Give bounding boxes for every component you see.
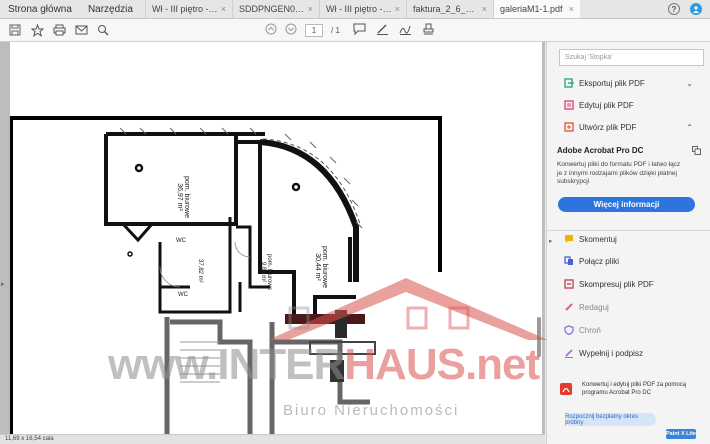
tool-redact[interactable]: Redaguj xyxy=(547,298,710,316)
acrobat-window: Strona główna Narzędzia Wł - III piętro … xyxy=(0,0,710,444)
tab-tools[interactable]: Narzędzia xyxy=(80,0,141,18)
status-bar: 11,69 x 16,54 cala xyxy=(0,434,545,444)
promo-text: Konwertuj pliki do formatu PDF i łatwo ł… xyxy=(557,161,681,185)
room-label: pom. biurowe 9,86 m² xyxy=(260,247,272,297)
document-tab-label: Wł - III piętro - st... xyxy=(151,4,218,14)
tool-label: Skompresuj plik PDF xyxy=(579,279,654,289)
toolbar: 1 / 1 xyxy=(0,19,710,42)
tab-home[interactable]: Strona główna xyxy=(0,0,80,18)
more-info-button[interactable]: Więcej informacji xyxy=(558,197,695,212)
room-label: 37,82 m² xyxy=(197,259,203,283)
document-tab[interactable]: faktura_2_6_2025...× xyxy=(405,0,493,18)
room-label: pom. biurowe 36,97 m² xyxy=(176,157,190,237)
tool-label: Chroń xyxy=(579,325,601,335)
tool-export-pdf[interactable]: Eksportuj plik PDF ⌄ xyxy=(547,74,710,92)
promo-copy-icon[interactable] xyxy=(692,146,701,157)
tools-search-input[interactable]: Szukaj 'Stopka' xyxy=(559,49,704,66)
combine-files-icon xyxy=(564,256,574,266)
mail-icon[interactable] xyxy=(74,23,88,37)
paint-x-lite-badge: Paint X Lite xyxy=(666,429,696,439)
zoom-icon[interactable] xyxy=(96,23,110,37)
comment-tool-icon xyxy=(564,234,574,244)
page-number-input[interactable]: 1 xyxy=(305,24,323,37)
close-icon[interactable]: × xyxy=(395,4,400,14)
tool-label: Eksportuj plik PDF xyxy=(579,78,645,88)
tool-compress-pdf[interactable]: Skompresuj plik PDF xyxy=(547,275,710,293)
promo-panel: Adobe Acrobat Pro DC Konwertuj pliki do … xyxy=(557,146,703,212)
tool-label: Edytuj plik PDF xyxy=(579,100,634,110)
create-pdf-icon xyxy=(564,122,574,132)
close-icon[interactable]: × xyxy=(482,4,487,14)
document-tab[interactable]: SDDPNGEN0125...× xyxy=(231,0,319,18)
page-up-icon[interactable] xyxy=(265,23,277,38)
room-name: pom. biurowe xyxy=(183,175,190,219)
page-navigation: 1 / 1 xyxy=(265,23,340,38)
room-label: WC xyxy=(176,238,186,244)
room-label: pom. biurowe 30,44 m² xyxy=(314,227,328,307)
star-icon[interactable] xyxy=(30,23,44,37)
tool-protect[interactable]: Chroń xyxy=(547,321,710,339)
close-icon[interactable]: × xyxy=(221,4,226,14)
fill-sign-icon xyxy=(564,348,574,358)
document-tab[interactable]: Wł - III piętro - st...× xyxy=(144,0,232,18)
compress-pdf-icon xyxy=(564,279,574,289)
document-tab-active[interactable]: galeriaM1-1.pdf × xyxy=(492,0,580,18)
chevron-down-icon[interactable]: ⌄ xyxy=(686,79,693,88)
free-trial-button[interactable]: Rozpocznij bezpłatny okres próbny xyxy=(565,413,656,426)
tool-label: Utwórz plik PDF xyxy=(579,122,637,132)
close-icon[interactable]: × xyxy=(569,4,574,14)
room-area: 30,44 m² xyxy=(314,253,321,281)
stamp-icon[interactable] xyxy=(422,23,435,38)
sign-icon[interactable] xyxy=(399,23,412,38)
footer-acrobat-icon xyxy=(559,382,573,398)
tool-label: Połącz pliki xyxy=(579,256,620,266)
page-size-readout: 11,69 x 16,54 cala xyxy=(5,436,54,442)
pen-icon[interactable] xyxy=(376,23,389,38)
pdf-page: pom. biurowe 36,97 m² pom. biurowe 30,44… xyxy=(9,42,542,434)
tool-label: Redaguj xyxy=(579,302,609,312)
left-pane-toggle[interactable]: ▸ xyxy=(1,280,5,288)
comment-icon[interactable] xyxy=(353,23,366,38)
floor-plan-drawing xyxy=(9,116,442,434)
tool-label: Skomentuj xyxy=(579,234,617,244)
document-tab-label: SDDPNGEN0125... xyxy=(238,4,305,14)
help-icon[interactable]: ? xyxy=(668,3,680,15)
room-label: WC xyxy=(178,292,188,298)
document-tab[interactable]: Wł - III piętro - st...× xyxy=(318,0,406,18)
footer-promo-text: Konwertuj i edytuj pliki PDF za pomocą p… xyxy=(582,382,687,396)
tool-edit-pdf[interactable]: Edytuj plik PDF xyxy=(547,96,710,114)
redact-icon xyxy=(564,302,574,312)
promo-title: Adobe Acrobat Pro DC xyxy=(557,146,644,155)
account-icon[interactable] xyxy=(690,3,702,15)
close-icon[interactable]: × xyxy=(308,4,313,14)
room-name: pom. biurowe xyxy=(321,245,328,289)
export-pdf-icon xyxy=(564,78,574,88)
tab-bar: Strona główna Narzędzia Wł - III piętro … xyxy=(0,0,710,19)
document-viewport[interactable]: pom. biurowe 36,97 m² pom. biurowe 30,44… xyxy=(0,42,545,434)
page-down-icon[interactable] xyxy=(285,23,297,38)
save-icon[interactable] xyxy=(8,23,22,37)
room-area: 36,97 m² xyxy=(176,183,183,211)
protect-icon xyxy=(564,325,574,335)
print-icon[interactable] xyxy=(52,23,66,37)
edit-pdf-icon xyxy=(564,100,574,110)
page-total: / 1 xyxy=(331,26,340,35)
tools-pane: Szukaj 'Stopka' Eksportuj plik PDF ⌄ Edy… xyxy=(546,42,710,444)
tool-label: Wypełnij i podpisz xyxy=(579,348,643,358)
document-tab-label: Wł - III piętro - st... xyxy=(325,4,392,14)
tool-combine-files[interactable]: Połącz pliki xyxy=(547,252,710,270)
room-name: pom. biurowe xyxy=(266,253,272,291)
tool-fill-sign[interactable]: Wypełnij i podpisz xyxy=(547,344,710,362)
vertical-scrollbar[interactable] xyxy=(537,317,541,357)
tab-bar-actions: ? xyxy=(668,0,710,18)
document-tab-label: faktura_2_6_2025... xyxy=(412,4,479,14)
document-tab-label: galeriaM1-1.pdf xyxy=(499,3,563,14)
tool-create-pdf[interactable]: Utwórz plik PDF ⌃ xyxy=(547,118,710,136)
toolbar-tools xyxy=(353,23,435,38)
tool-comment[interactable]: Skomentuj xyxy=(547,230,710,248)
chevron-up-icon[interactable]: ⌃ xyxy=(686,123,693,132)
